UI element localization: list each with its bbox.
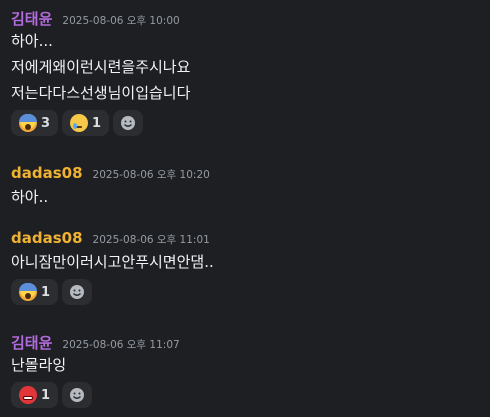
timestamp: 2025-08-06 오후 10:00	[62, 15, 180, 27]
reactions-bar: 1	[11, 279, 482, 305]
reaction-crying-face[interactable]: 1	[62, 110, 110, 136]
author-name[interactable]: 김태윤	[11, 8, 52, 29]
reaction-count: 3	[41, 115, 51, 131]
timestamp: 2025-08-06 오후 11:01	[92, 234, 210, 246]
angry-face-icon	[19, 386, 37, 404]
reactions-bar: 3 1	[11, 110, 482, 136]
crying-face-icon	[70, 114, 89, 132]
author-name[interactable]: dadas08	[11, 164, 83, 182]
add-reaction-icon	[70, 388, 85, 402]
reactions-bar: 1	[11, 382, 482, 408]
add-reaction-button[interactable]	[113, 110, 144, 136]
timestamp: 2025-08-06 오후 11:07	[62, 339, 180, 351]
reaction-count: 1	[41, 387, 51, 403]
message-line: 아니잠만이러시고안푸시면안댐..	[11, 253, 214, 271]
add-reaction-icon	[70, 285, 85, 299]
screaming-face-icon	[19, 114, 37, 132]
add-reaction-icon	[121, 116, 136, 130]
reaction-screaming-face[interactable]: 3	[11, 110, 59, 136]
message: 김태윤 2025-08-06 오후 11:07 난몰라잉 1	[11, 332, 482, 408]
author-name[interactable]: dadas08	[11, 229, 83, 247]
message-line: 하아..	[11, 188, 49, 206]
message-line: 난몰라잉	[11, 356, 67, 374]
screaming-face-icon	[19, 283, 37, 301]
reaction-count: 1	[41, 284, 51, 300]
message-line: 저에게왜이런시련을주시나요	[11, 58, 191, 76]
reaction-angry-face[interactable]: 1	[11, 382, 59, 408]
reaction-screaming-face[interactable]: 1	[11, 279, 59, 305]
message: 김태윤 2025-08-06 오후 10:00 하아... 저에게왜이런시련을주…	[11, 8, 482, 136]
reaction-count: 1	[92, 115, 102, 131]
timestamp: 2025-08-06 오후 10:20	[92, 169, 210, 181]
add-reaction-button[interactable]	[62, 279, 93, 305]
message-line: 저는다다스선생님이입습니다	[11, 84, 191, 102]
message: dadas08 2025-08-06 오후 11:01 아니잠만이러시고안푸시면…	[11, 229, 482, 305]
author-name[interactable]: 김태윤	[11, 332, 52, 353]
add-reaction-button[interactable]	[62, 382, 93, 408]
message-line: 하아...	[11, 32, 53, 50]
message: dadas08 2025-08-06 오후 10:20 하아..	[11, 164, 482, 210]
